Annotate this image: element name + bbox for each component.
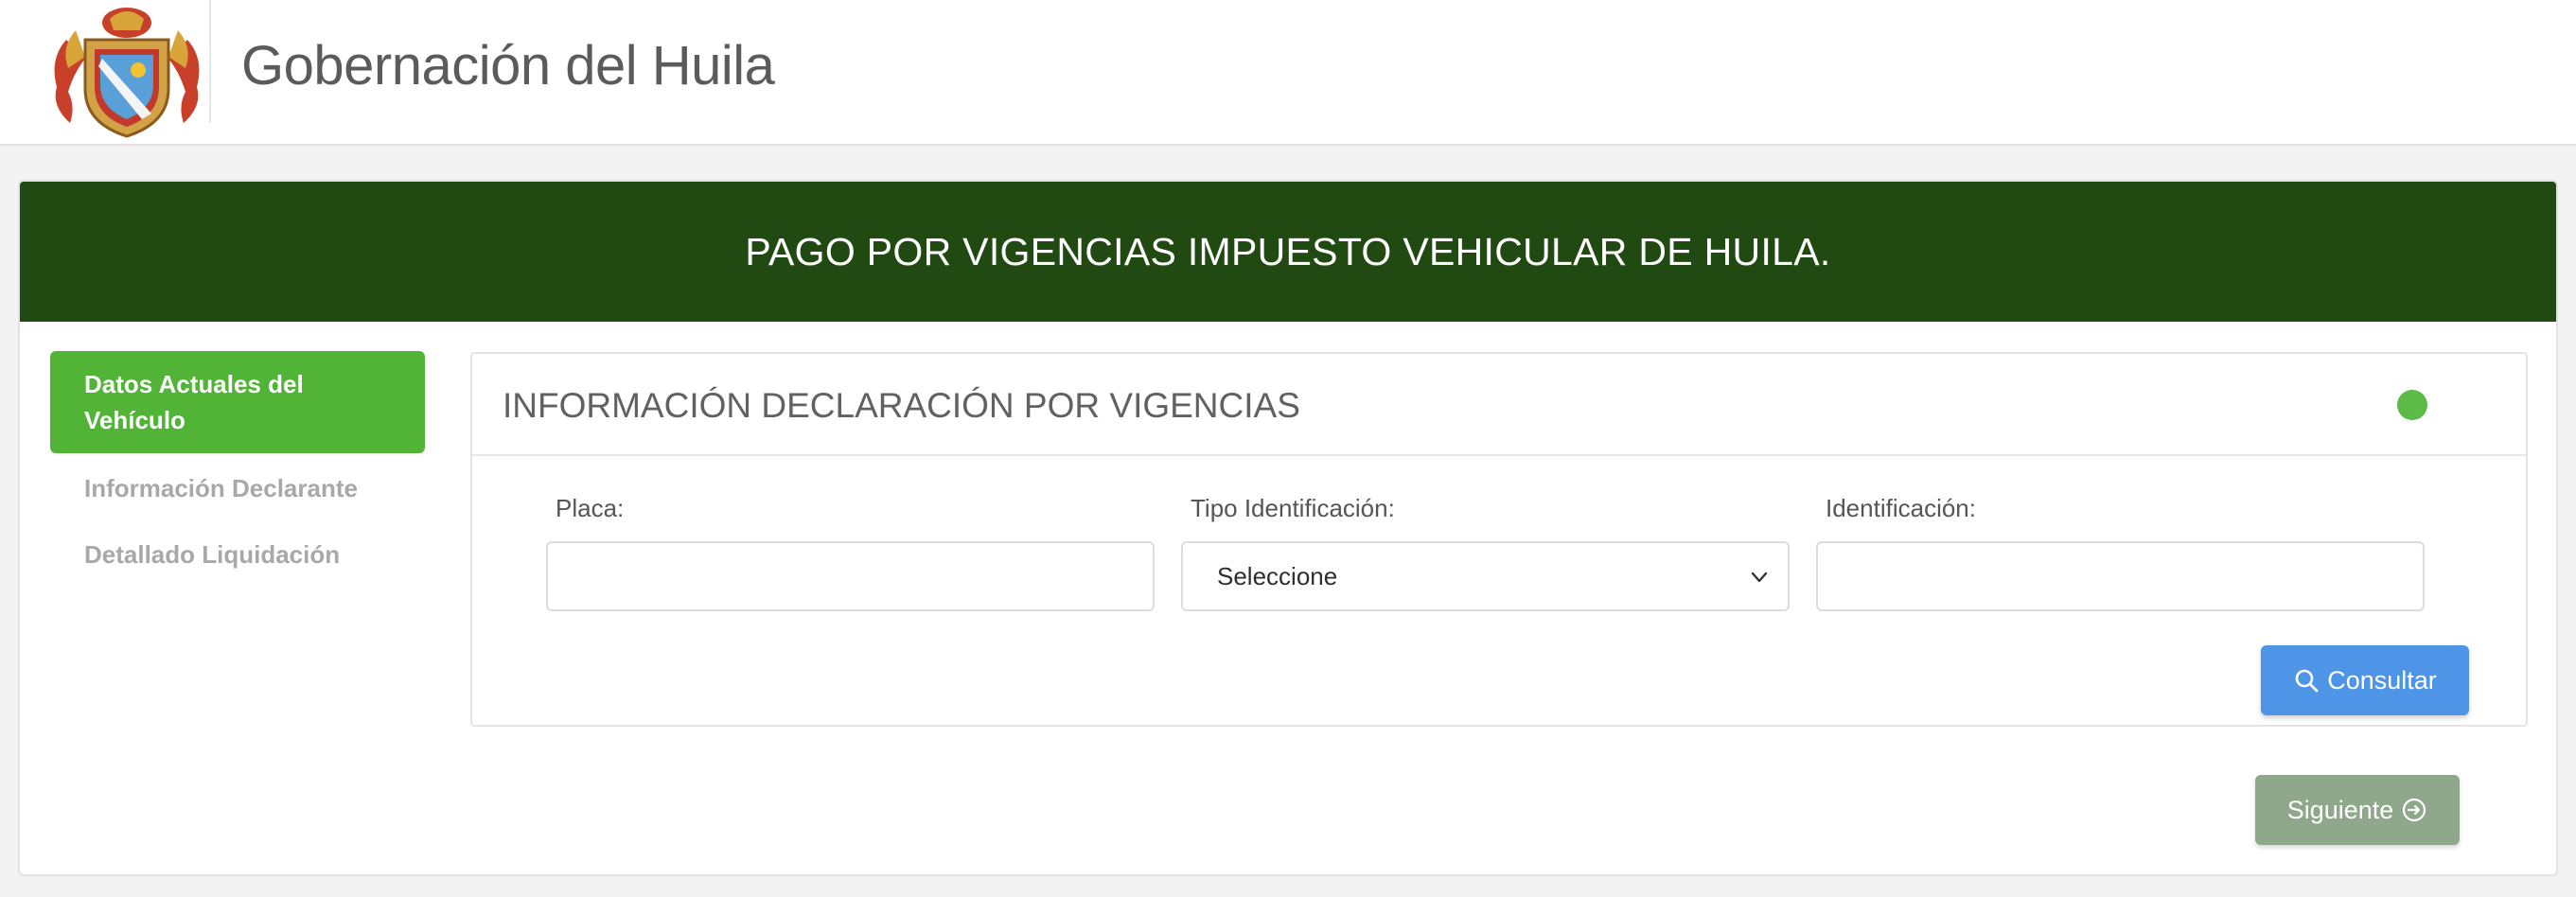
page-banner: PAGO POR VIGENCIAS IMPUESTO VEHICULAR DE…	[20, 182, 2556, 322]
main-card: PAGO POR VIGENCIAS IMPUESTO VEHICULAR DE…	[18, 180, 2558, 876]
consultar-button[interactable]: Consultar	[2261, 645, 2469, 715]
siguiente-label: Siguiente	[2286, 795, 2394, 824]
banner-title: PAGO POR VIGENCIAS IMPUESTO VEHICULAR DE…	[745, 229, 1831, 273]
panel-title: INFORMACIÓN DECLARACIÓN POR VIGENCIAS	[503, 386, 1300, 425]
placa-label: Placa:	[556, 494, 625, 522]
step-datos-actuales[interactable]: Datos Actuales del Vehículo	[50, 351, 425, 453]
coat-of-arms-icon[interactable]	[47, 2, 206, 144]
tipo-identificacion-select[interactable]: Seleccione	[1181, 541, 1790, 611]
chevron-down-icon	[1751, 572, 1768, 583]
logo-divider	[209, 0, 211, 123]
site-title: Gobernación del Huila	[241, 35, 775, 97]
tipo-identificacion-label: Tipo Identificación:	[1191, 494, 1395, 522]
search-icon	[2295, 669, 2319, 693]
step-informacion-declarante[interactable]: Información Declarante	[50, 470, 425, 506]
identificacion-input[interactable]	[1816, 541, 2425, 611]
siguiente-button[interactable]: Siguiente	[2255, 775, 2460, 845]
identificacion-label: Identificación:	[1826, 494, 1976, 522]
step-detallado-liquidacion[interactable]: Detallado Liquidación	[50, 536, 425, 572]
panel-header: INFORMACIÓN DECLARACIÓN POR VIGENCIAS	[472, 354, 2526, 456]
arrow-circle-right-icon	[2403, 798, 2426, 822]
placa-input[interactable]	[546, 541, 1155, 611]
status-indicator	[2397, 390, 2427, 420]
site-header: Gobernación del Huila	[0, 0, 2576, 146]
consultar-label: Consultar	[2327, 665, 2437, 695]
declaration-panel: INFORMACIÓN DECLARACIÓN POR VIGENCIAS Pl…	[470, 352, 2528, 727]
tipo-identificacion-value: Seleccione	[1217, 562, 1338, 590]
